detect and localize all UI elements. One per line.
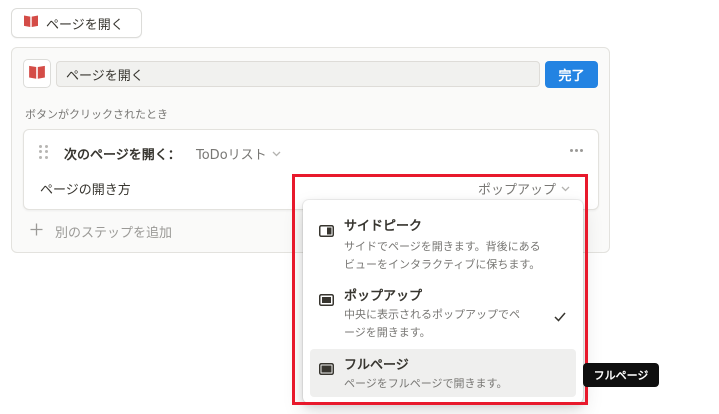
more-options-icon[interactable] [570,149,583,152]
step-target-label: ToDoリスト [196,148,267,163]
tooltip: フルページ [583,363,659,387]
open-page-button[interactable]: ページを開く [11,8,142,38]
red-book-icon [28,64,46,84]
button-icon-picker[interactable] [23,59,51,88]
trigger-label: ボタンがクリックされたとき [25,108,168,121]
step-target-select[interactable]: ToDoリスト [196,144,281,163]
chevron-down-icon [272,146,281,161]
button-name-input[interactable] [56,61,540,87]
open-mode-label: ページの開き方 [40,183,131,198]
red-book-icon [23,14,39,32]
drag-handle-icon[interactable] [39,145,48,159]
add-step-button[interactable]: 別のステップを追加 [30,222,172,241]
plus-icon [30,223,43,240]
annotation-highlight-box [292,174,588,405]
done-button[interactable]: 完了 [545,61,598,88]
step-title: 次のページを開く： [64,148,181,163]
open-page-button-label: ページを開く [46,17,124,33]
add-step-label: 別のステップを追加 [55,226,173,241]
